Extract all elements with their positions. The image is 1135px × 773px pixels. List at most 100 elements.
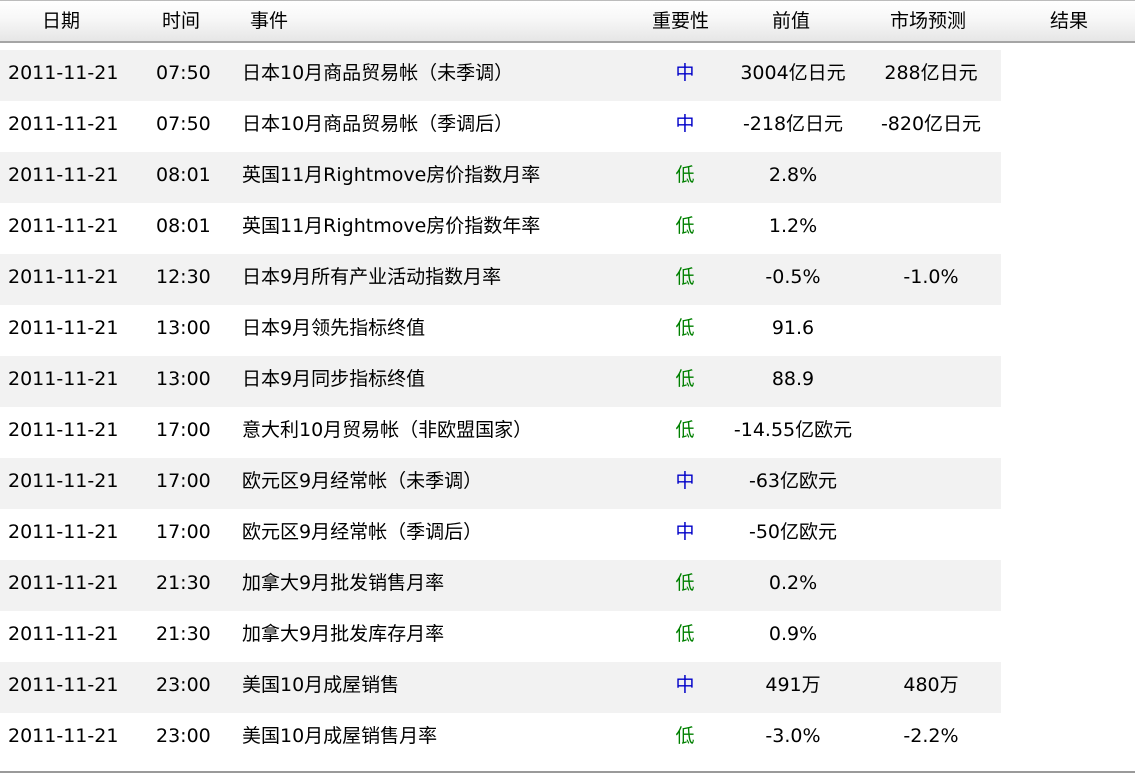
cell-time: 17:00 — [156, 470, 211, 492]
cell-importance: 低 — [675, 266, 695, 288]
cell-event: 美国10月成屋销售月率 — [242, 725, 438, 747]
table-row[interactable]: 2011-11-21 08:01 英国11月Rightmove房价指数月率 低 2.8% — [0, 152, 1001, 203]
cell-importance: 中 — [675, 521, 695, 543]
cell-importance: 中 — [675, 62, 695, 84]
table-row[interactable]: 2011-11-21 23:00 美国10月成屋销售 中 491万 480万 — [0, 662, 1001, 713]
table-row[interactable]: 2011-11-21 17:00 欧元区9月经常帐（季调后） 中 -50亿欧元 — [0, 509, 1001, 560]
cell-importance: 低 — [675, 317, 695, 339]
table-row[interactable]: 2011-11-21 07:50 日本10月商品贸易帐（季调后） 中 -218亿日元 -8… — [0, 101, 1001, 152]
cell-previous: 91.6 — [771, 317, 815, 339]
economic-calendar-table: 日期 时间 事件 重要性 前值 市场预测 结果 2011-11-21 07:50 日… — [0, 0, 1135, 773]
cell-forecast — [863, 407, 999, 458]
cell-time: 23:00 — [156, 725, 211, 747]
cell-previous: -14.55亿欧元 — [733, 419, 853, 441]
cell-previous: 0.2% — [768, 572, 818, 594]
cell-date: 2011-11-21 — [8, 470, 119, 492]
cell-event: 日本10月商品贸易帐（季调后） — [242, 113, 514, 135]
cell-time: 17:00 — [156, 521, 211, 543]
cell-importance: 中 — [675, 470, 695, 492]
cell-forecast: -820亿日元 — [880, 113, 982, 135]
column-header-date[interactable]: 日期 — [42, 1, 80, 42]
cell-date: 2011-11-21 — [8, 113, 119, 135]
table-row[interactable]: 2011-11-21 23:00 美国10月成屋销售月率 低 -3.0% -2.2% — [0, 713, 1001, 764]
cell-date: 2011-11-21 — [8, 368, 119, 390]
cell-time: 13:00 — [156, 317, 211, 339]
cell-time: 21:30 — [156, 623, 211, 645]
cell-forecast — [863, 560, 999, 611]
cell-importance: 中 — [675, 674, 695, 696]
cell-time: 23:00 — [156, 674, 211, 696]
table-row[interactable]: 2011-11-21 21:30 加拿大9月批发销售月率 低 0.2% — [0, 560, 1001, 611]
table-row[interactable]: 2011-11-21 21:30 加拿大9月批发库存月率 低 0.9% — [0, 611, 1001, 662]
cell-date: 2011-11-21 — [8, 419, 119, 441]
cell-importance: 低 — [675, 572, 695, 594]
column-header-forecast[interactable]: 市场预测 — [890, 1, 966, 42]
table-row[interactable]: 2011-11-21 08:01 英国11月Rightmove房价指数年率 低 1.2% — [0, 203, 1001, 254]
cell-date: 2011-11-21 — [8, 266, 119, 288]
cell-importance: 低 — [675, 419, 695, 441]
cell-forecast: 288亿日元 — [884, 62, 978, 84]
column-header-event[interactable]: 事件 — [250, 1, 288, 42]
cell-event: 加拿大9月批发库存月率 — [242, 623, 445, 645]
cell-time: 17:00 — [156, 419, 211, 441]
cell-event: 欧元区9月经常帐（未季调） — [242, 470, 483, 492]
cell-forecast — [863, 305, 999, 356]
table-row[interactable]: 2011-11-21 17:00 欧元区9月经常帐（未季调） 中 -63亿欧元 — [0, 458, 1001, 509]
cell-previous: -63亿欧元 — [748, 470, 838, 492]
cell-date: 2011-11-21 — [8, 725, 119, 747]
cell-forecast — [863, 356, 999, 407]
cell-forecast — [863, 458, 999, 509]
cell-time: 08:01 — [156, 215, 211, 237]
cell-date: 2011-11-21 — [8, 215, 119, 237]
cell-importance: 低 — [675, 623, 695, 645]
cell-previous: -218亿日元 — [742, 113, 844, 135]
cell-previous: 3004亿日元 — [740, 62, 846, 84]
cell-forecast: -1.0% — [903, 266, 959, 288]
cell-event: 日本10月商品贸易帐（未季调） — [242, 62, 514, 84]
table-header: 日期 时间 事件 重要性 前值 市场预测 结果 — [0, 0, 1135, 43]
cell-event: 英国11月Rightmove房价指数月率 — [242, 164, 541, 186]
cell-forecast — [863, 152, 999, 203]
cell-date: 2011-11-21 — [8, 674, 119, 696]
column-header-previous[interactable]: 前值 — [772, 1, 810, 42]
cell-previous: -3.0% — [765, 725, 821, 747]
cell-date: 2011-11-21 — [8, 164, 119, 186]
cell-forecast — [863, 509, 999, 560]
cell-time: 12:30 — [156, 266, 211, 288]
table-row[interactable]: 2011-11-21 12:30 日本9月所有产业活动指数月率 低 -0.5% -1.0% — [0, 254, 1001, 305]
cell-event: 英国11月Rightmove房价指数年率 — [242, 215, 541, 237]
cell-event: 意大利10月贸易帐（非欧盟国家） — [242, 419, 533, 441]
cell-importance: 中 — [675, 113, 695, 135]
cell-date: 2011-11-21 — [8, 623, 119, 645]
cell-time: 07:50 — [156, 113, 211, 135]
cell-event: 日本9月同步指标终值 — [242, 368, 426, 390]
cell-time: 08:01 — [156, 164, 211, 186]
cell-event: 日本9月所有产业活动指数月率 — [242, 266, 502, 288]
cell-previous: -0.5% — [765, 266, 821, 288]
cell-previous: 88.9 — [771, 368, 815, 390]
table-row[interactable]: 2011-11-21 13:00 日本9月同步指标终值 低 88.9 — [0, 356, 1001, 407]
column-header-importance[interactable]: 重要性 — [652, 1, 709, 42]
cell-time: 13:00 — [156, 368, 211, 390]
table-row[interactable]: 2011-11-21 17:00 意大利10月贸易帐（非欧盟国家） 低 -14.55亿欧… — [0, 407, 1001, 458]
table-row[interactable]: 2011-11-21 13:00 日本9月领先指标终值 低 91.6 — [0, 305, 1001, 356]
cell-forecast: 480万 — [903, 674, 959, 696]
cell-event: 美国10月成屋销售 — [242, 674, 400, 696]
cell-date: 2011-11-21 — [8, 62, 119, 84]
table-row[interactable]: 2011-11-21 07:50 日本10月商品贸易帐（未季调） 中 3004亿日元 28… — [0, 50, 1001, 101]
cell-date: 2011-11-21 — [8, 317, 119, 339]
cell-importance: 低 — [675, 368, 695, 390]
cell-previous: 491万 — [765, 674, 821, 696]
column-header-time[interactable]: 时间 — [162, 1, 200, 42]
cell-time: 21:30 — [156, 572, 211, 594]
cell-event: 日本9月领先指标终值 — [242, 317, 426, 339]
cell-importance: 低 — [675, 164, 695, 186]
cell-previous: 1.2% — [768, 215, 818, 237]
cell-event: 欧元区9月经常帐（季调后） — [242, 521, 483, 543]
cell-importance: 低 — [675, 725, 695, 747]
table-body: 2011-11-21 07:50 日本10月商品贸易帐（未季调） 中 3004亿日元 28… — [0, 50, 1001, 764]
cell-forecast: -2.2% — [903, 725, 959, 747]
cell-forecast — [863, 203, 999, 254]
cell-previous: -50亿欧元 — [748, 521, 838, 543]
column-header-result[interactable]: 结果 — [1050, 1, 1088, 42]
